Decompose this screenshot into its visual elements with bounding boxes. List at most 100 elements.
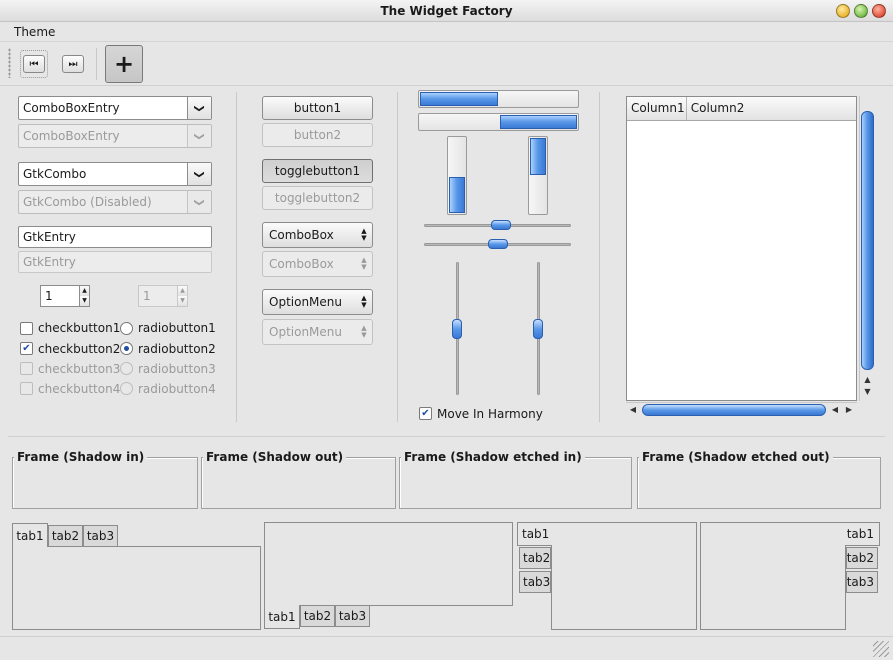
checkbutton1-box[interactable] [20, 322, 33, 335]
radiobutton2-label[interactable]: radiobutton2 [138, 342, 216, 356]
notebook-right-tab3[interactable]: tab3 [846, 571, 878, 593]
optionmenu[interactable]: OptionMenu ▲ ▼ [262, 289, 373, 315]
togglebutton1[interactable]: togglebutton1 [262, 159, 373, 183]
vscale-1-slider[interactable] [452, 318, 462, 339]
toolbar-grip[interactable] [8, 48, 11, 78]
frame-shadow-etched-in [399, 457, 632, 509]
gtk-combo-disabled-text: GtkCombo (Disabled) [23, 195, 152, 209]
button1[interactable]: button1 [262, 96, 373, 120]
spin-down-icon[interactable]: ▼ [80, 296, 89, 306]
radiobutton4-circle [120, 382, 133, 395]
radiobutton3-circle [120, 362, 133, 375]
frame-shadow-etched-in-title: Frame (Shadow etched in) [401, 450, 585, 464]
notebook-left [551, 522, 697, 630]
checkbutton2-box[interactable]: ✔ [20, 342, 33, 355]
window-title: The Widget Factory [380, 4, 513, 18]
notebook-right-tab2[interactable]: tab2 [846, 547, 878, 569]
checkbutton1-label[interactable]: checkbutton1 [38, 321, 120, 335]
vscale-2-slider[interactable] [533, 318, 543, 339]
progress-bar-horizontal-1 [418, 90, 579, 108]
close-button[interactable] [872, 4, 886, 18]
radiobutton1-label[interactable]: radiobutton1 [138, 321, 216, 335]
tree-vscrollbar-thumb[interactable] [861, 111, 874, 370]
chevron-down-icon[interactable]: ❯ [187, 97, 211, 119]
move-in-harmony-checkbox[interactable]: ✔ [419, 407, 432, 420]
spin-value[interactable]: 1 [41, 286, 79, 306]
notebook-bottom-tab2[interactable]: tab2 [300, 605, 335, 627]
notebook-left-tab1[interactable]: tab1 [517, 522, 552, 546]
gtk-combo[interactable]: GtkCombo ❯ [18, 162, 212, 186]
minimize-button[interactable] [836, 4, 850, 18]
spin-up-icon[interactable]: ▲ [80, 286, 89, 296]
goto-last-button[interactable]: ⏭ [59, 50, 87, 78]
combo-box-entry-text[interactable]: ComboBoxEntry [19, 101, 187, 115]
up-down-arrows-icon: ▲ ▼ [361, 324, 367, 339]
combo-box-entry-disabled: ComboBoxEntry ❯ [18, 124, 212, 148]
notebook-right [700, 522, 846, 630]
scroll-right-icon[interactable]: ▶ [844, 405, 854, 414]
scroll-left-icon[interactable]: ◀ [628, 405, 638, 414]
chevron-down-icon[interactable]: ❯ [187, 163, 211, 185]
notebook-left-tab3[interactable]: tab3 [519, 571, 551, 593]
progress-fill [449, 176, 465, 213]
button2: button2 [262, 123, 373, 147]
scroll-down-icon[interactable]: ▼ [861, 387, 874, 396]
notebook-bottom [264, 522, 513, 606]
add-button[interactable]: + [105, 45, 143, 83]
radiobutton1-circle[interactable] [120, 322, 133, 335]
notebook-right-tab1[interactable]: tab1 [845, 522, 880, 546]
optionmenu-text: OptionMenu [269, 295, 342, 309]
goto-first-button[interactable]: ⏮ [20, 50, 48, 78]
hscale-2-slider[interactable] [487, 239, 508, 249]
scroll-up-icon[interactable]: ▲ [861, 375, 874, 384]
scroll-left-icon[interactable]: ◀ [830, 405, 840, 414]
frame-shadow-etched-out [637, 457, 881, 509]
frame-shadow-in-title: Frame (Shadow in) [14, 450, 148, 464]
notebook-bottom-tab3[interactable]: tab3 [335, 605, 370, 627]
optionmenu-disabled-text: OptionMenu [269, 325, 342, 339]
menu-theme[interactable]: Theme [14, 25, 55, 39]
spin-button[interactable]: 1 ▲ ▼ [40, 285, 90, 307]
combobox-text: ComboBox [269, 228, 334, 242]
radiobutton4-label: radiobutton4 [138, 382, 216, 396]
progress-bar-vertical-1 [447, 136, 467, 215]
combobox[interactable]: ComboBox ▲ ▼ [262, 222, 373, 248]
checkbutton2-label[interactable]: checkbutton2 [38, 342, 120, 356]
toolbar-separator [96, 48, 97, 80]
frame-shadow-out-title: Frame (Shadow out) [203, 450, 347, 464]
resize-grip-icon[interactable] [873, 641, 889, 657]
combo-box-entry[interactable]: ComboBoxEntry ❯ [18, 96, 212, 120]
column-separator [599, 92, 600, 422]
gtk-entry[interactable]: GtkEntry [18, 226, 212, 248]
tree-view[interactable]: Column1 Column2 [626, 96, 857, 401]
tree-hscrollbar-thumb[interactable] [642, 404, 826, 416]
maximize-button[interactable] [854, 4, 868, 18]
move-in-harmony-label[interactable]: Move In Harmony [437, 407, 543, 421]
tree-header: Column1 Column2 [627, 97, 856, 121]
combobox-disabled: ComboBox ▲ ▼ [262, 251, 373, 277]
combo-box-entry-disabled-text: ComboBoxEntry [23, 129, 120, 143]
status-bar [0, 636, 893, 660]
togglebutton2: togglebutton2 [262, 186, 373, 210]
hscale-1-slider[interactable] [491, 220, 512, 230]
spin-down-icon: ▼ [178, 296, 187, 306]
goto-last-icon: ⏭ [68, 58, 78, 70]
up-down-arrows-icon: ▲ ▼ [361, 294, 367, 309]
notebook-bottom-tab1[interactable]: tab1 [264, 605, 300, 629]
progress-fill [530, 138, 546, 175]
notebook-top-tab3[interactable]: tab3 [83, 525, 118, 547]
combobox-disabled-text: ComboBox [269, 257, 334, 271]
checkbutton3-box [20, 362, 33, 375]
radiobutton2-circle[interactable] [120, 342, 133, 355]
spin-disabled-value: 1 [143, 289, 151, 303]
gtk-combo-text[interactable]: GtkCombo [19, 167, 187, 181]
notebook-left-tab2[interactable]: tab2 [519, 547, 551, 569]
column1-header[interactable]: Column1 [627, 97, 687, 120]
frame-shadow-out [201, 457, 396, 509]
notebook-top-tab1[interactable]: tab1 [12, 523, 48, 547]
progress-fill [499, 115, 577, 129]
notebook-top-tab2[interactable]: tab2 [48, 525, 83, 547]
column2-header[interactable]: Column2 [687, 97, 856, 120]
spin-button-disabled: 1 ▲ ▼ [138, 285, 188, 307]
progress-bar-horizontal-2 [418, 113, 579, 131]
